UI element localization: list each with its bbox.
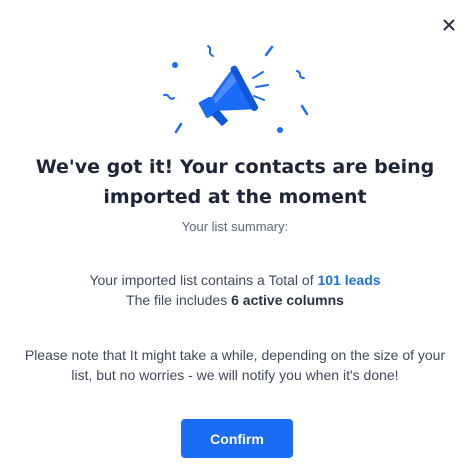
close-icon	[443, 19, 455, 31]
close-button[interactable]	[441, 17, 457, 33]
columns-summary-line: The file includes 6 active columns	[0, 290, 470, 310]
confirm-button[interactable]: Confirm	[181, 419, 293, 458]
columns-count: 6 active columns	[231, 292, 344, 308]
processing-note: Please note that It might take a while, …	[24, 347, 446, 383]
import-success-dialog: We've got it! Your contacts are being im…	[0, 0, 470, 469]
columns-summary-text: The file includes	[126, 292, 228, 308]
import-summary: Your imported list contains a Total of 1…	[0, 270, 470, 310]
dialog-title: We've got it! Your contacts are being im…	[35, 156, 435, 208]
megaphone-icon	[163, 45, 309, 134]
leads-count: 101 leads	[317, 272, 381, 288]
leads-summary-text: Your imported list contains a Total of	[89, 272, 314, 288]
leads-summary-line: Your imported list contains a Total of 1…	[0, 270, 470, 290]
list-summary-label: Your list summary:	[181, 219, 289, 234]
